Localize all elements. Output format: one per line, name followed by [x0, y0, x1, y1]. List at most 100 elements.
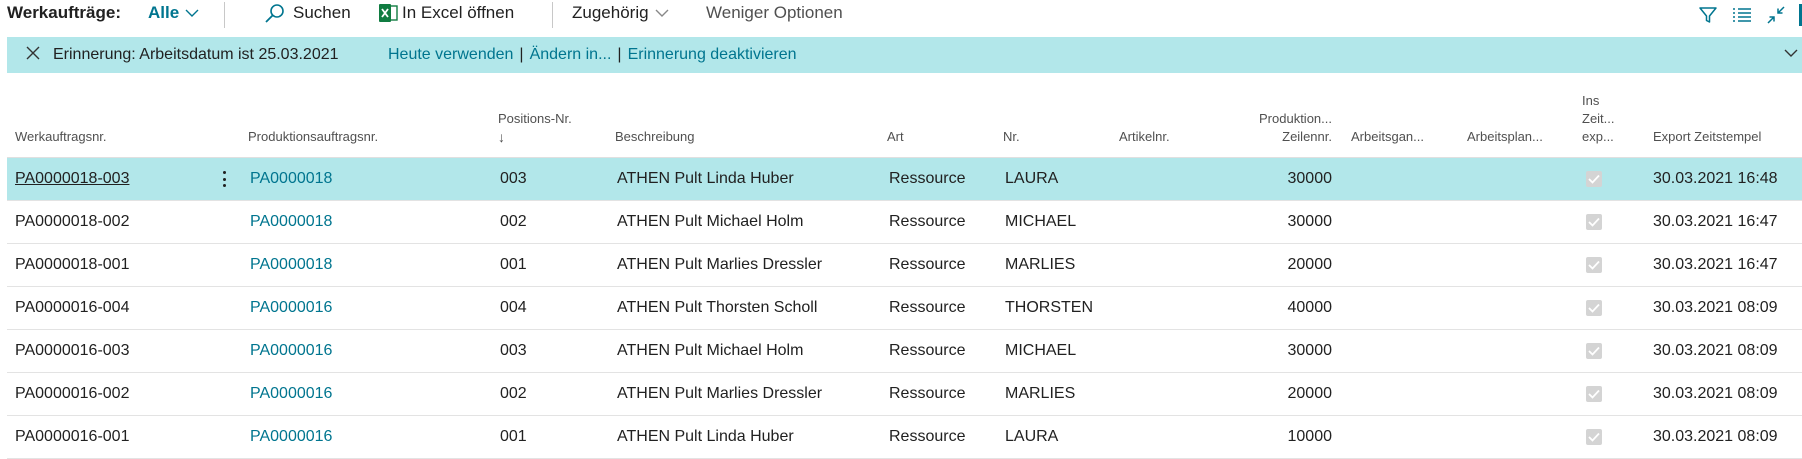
cell-positions-nr: 004 — [500, 299, 527, 316]
cell-positions-nr: 002 — [500, 213, 527, 230]
close-icon — [26, 46, 40, 60]
cell-positions-nr: 002 — [500, 385, 527, 402]
checkmark-icon — [1588, 260, 1600, 270]
cell-produktionsauftragsnr-link[interactable]: PA0000018 — [250, 256, 332, 274]
reminder-actions: Heute verwenden | Ändern in... | Erinnerung … — [388, 46, 797, 64]
cell-werkauftragsnr[interactable]: PA0000018-003 — [15, 170, 129, 188]
use-today-link[interactable]: Heute verwenden — [388, 46, 513, 63]
cell-zeilennr: 30000 — [1287, 170, 1333, 187]
search-button[interactable]: Suchen — [264, 3, 351, 23]
cell-export-zeitstempel: 30.03.2021 16:47 — [1653, 213, 1778, 230]
cell-export-zeitstempel: 30.03.2021 08:09 — [1653, 428, 1778, 445]
action-bar: Werkaufträge: Alle Suchen In Excel öffne… — [0, 0, 1802, 28]
cell-produktionsauftragsnr-link[interactable]: PA0000016 — [250, 428, 332, 446]
change-to-link[interactable]: Ändern in... — [530, 46, 612, 63]
reminder-message: Erinnerung: Arbeitsdatum ist 25.03.2021 — [53, 46, 339, 63]
open-in-excel-button[interactable]: In Excel öffnen — [378, 3, 514, 23]
table-row[interactable]: PA0000016-004 PA0000016 004 ATHEN Pult Thor… — [7, 287, 1802, 330]
cell-art: Ressource — [889, 170, 966, 187]
col-header-produktionsauftragsnr[interactable]: Produktionsauftragsnr. — [248, 128, 378, 146]
toolbar-right-actions — [1691, 2, 1802, 28]
cell-export-zeitstempel: 30.03.2021 08:09 — [1653, 299, 1778, 316]
cell-beschreibung: ATHEN Pult Linda Huber — [617, 170, 794, 187]
cell-beschreibung: ATHEN Pult Marlies Dressler — [617, 256, 823, 273]
col-header-ins-zeit-exp[interactable]: Ins Zeit... exp... — [1582, 92, 1615, 146]
checkbox-exported — [1586, 300, 1602, 316]
table-row[interactable]: PA0000018-003 PA0000018 003 ATHEN Pult Lind… — [7, 158, 1802, 201]
cell-beschreibung: ATHEN Pult Michael Holm — [617, 213, 804, 230]
work-orders-table: Werkauftragsnr. Produktionsauftragsnr. P… — [7, 88, 1802, 459]
cell-beschreibung: ATHEN Pult Michael Holm — [617, 342, 804, 359]
cell-nr: MARLIES — [1005, 385, 1076, 402]
col-header-positions-nr[interactable]: Positions-Nr. ↓ — [498, 110, 572, 146]
disable-reminder-link[interactable]: Erinnerung deaktivieren — [628, 46, 797, 63]
table-row[interactable]: PA0000016-001 PA0000016 001 ATHEN Pult Lind… — [7, 416, 1802, 459]
cell-werkauftragsnr[interactable]: PA0000016-001 — [15, 428, 129, 446]
col-header-artikelnr[interactable]: Artikelnr. — [1119, 128, 1170, 146]
col-header-nr[interactable]: Nr. — [1003, 128, 1020, 146]
checkmark-icon — [1588, 432, 1600, 442]
cell-zeilennr: 20000 — [1287, 385, 1333, 402]
cell-beschreibung: ATHEN Pult Thorsten Scholl — [617, 299, 818, 316]
filter-button[interactable] — [1691, 2, 1725, 28]
collapse-button[interactable] — [1759, 2, 1793, 28]
cell-art: Ressource — [889, 213, 966, 230]
toolbar-divider — [224, 2, 225, 28]
cell-positions-nr: 003 — [500, 170, 527, 187]
cell-produktionsauftragsnr-link[interactable]: PA0000016 — [250, 342, 332, 360]
cell-produktionsauftragsnr-link[interactable]: PA0000016 — [250, 385, 332, 403]
row-actions-menu[interactable] — [217, 168, 231, 190]
expand-banner-button[interactable] — [1784, 45, 1798, 63]
col-header-produktion-zeilennr[interactable]: Produktion... Zeilennr. — [1223, 110, 1332, 146]
filter-icon — [1699, 7, 1717, 23]
col-header-positions-nr-label: Positions-Nr. — [498, 111, 572, 126]
cell-produktionsauftragsnr-link[interactable]: PA0000016 — [250, 299, 332, 317]
list-view-button[interactable] — [1725, 2, 1759, 28]
col-header-export-zeitstempel[interactable]: Export Zeitstempel — [1653, 128, 1761, 146]
checkmark-icon — [1588, 217, 1600, 227]
col-header-werkauftragsnr[interactable]: Werkauftragsnr. — [15, 128, 107, 146]
cell-art: Ressource — [889, 428, 966, 445]
cell-produktionsauftragsnr-link[interactable]: PA0000018 — [250, 213, 332, 231]
table-body: PA0000018-003 PA0000018 003 ATHEN Pult Lind… — [7, 158, 1802, 459]
cell-produktionsauftragsnr-link[interactable]: PA0000018 — [250, 170, 332, 188]
collapse-icon — [1767, 6, 1785, 24]
table-row[interactable]: PA0000018-001 PA0000018 001 ATHEN Pult Marl… — [7, 244, 1802, 287]
reminder-banner: Erinnerung: Arbeitsdatum ist 25.03.2021 … — [7, 37, 1802, 73]
cell-nr: LAURA — [1005, 170, 1059, 187]
col-header-art[interactable]: Art — [887, 128, 904, 146]
cell-werkauftragsnr[interactable]: PA0000016-004 — [15, 299, 129, 317]
toolbar-divider — [552, 2, 553, 28]
fewer-options-button[interactable]: Weniger Optionen — [706, 3, 843, 23]
checkbox-exported — [1586, 386, 1602, 402]
table-row[interactable]: PA0000018-002 PA0000018 002 ATHEN Pult Mich… — [7, 201, 1802, 244]
col-header-arbeitsgang[interactable]: Arbeitsgan... — [1351, 128, 1424, 146]
col-header-arbeitsplan[interactable]: Arbeitsplan... — [1467, 128, 1543, 146]
col-header-ins-line3: exp... — [1582, 129, 1614, 144]
checkmark-icon — [1588, 303, 1600, 313]
col-header-produktion-line1: Produktion... — [1259, 111, 1332, 126]
excel-icon — [379, 4, 398, 22]
related-menu[interactable]: Zugehörig — [572, 3, 669, 23]
cell-zeilennr: 40000 — [1287, 299, 1333, 316]
table-row[interactable]: PA0000016-002 PA0000016 002 ATHEN Pult Marl… — [7, 373, 1802, 416]
cell-werkauftragsnr[interactable]: PA0000016-002 — [15, 385, 129, 403]
cell-export-zeitstempel: 30.03.2021 08:09 — [1653, 385, 1778, 402]
cell-werkauftragsnr[interactable]: PA0000016-003 — [15, 342, 129, 360]
cell-zeilennr: 20000 — [1287, 256, 1333, 273]
cell-nr: LAURA — [1005, 428, 1059, 445]
checkbox-exported — [1586, 257, 1602, 273]
close-banner-button[interactable] — [25, 45, 41, 66]
cell-werkauftragsnr[interactable]: PA0000018-001 — [15, 256, 129, 274]
col-header-beschreibung[interactable]: Beschreibung — [615, 128, 695, 146]
cell-export-zeitstempel: 30.03.2021 16:48 — [1653, 170, 1778, 187]
col-header-ins-line1: Ins — [1582, 93, 1600, 108]
cell-zeilennr: 30000 — [1287, 342, 1333, 359]
search-icon — [265, 4, 284, 23]
chevron-down-icon — [1784, 49, 1798, 57]
view-selector[interactable]: Alle — [148, 3, 199, 23]
cell-werkauftragsnr[interactable]: PA0000018-002 — [15, 213, 129, 231]
table-header: Werkauftragsnr. Produktionsauftragsnr. P… — [7, 88, 1802, 158]
table-row[interactable]: PA0000016-003 PA0000016 003 ATHEN Pult Mich… — [7, 330, 1802, 373]
chevron-down-icon — [655, 9, 669, 17]
